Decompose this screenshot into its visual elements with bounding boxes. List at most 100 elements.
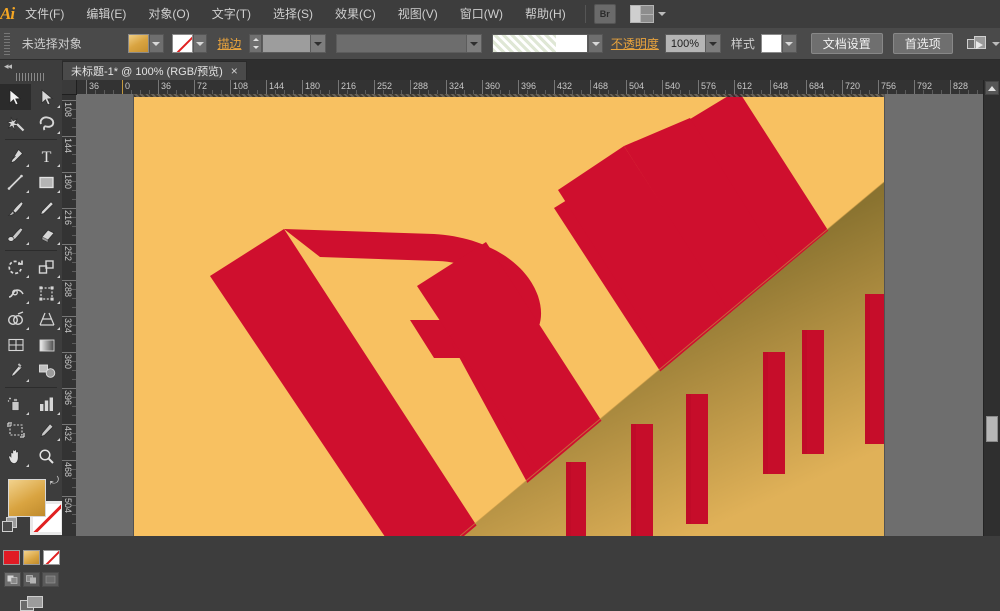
menu-edit[interactable]: 编辑(E) — [75, 0, 137, 28]
align-dropdown-icon[interactable] — [992, 42, 1000, 46]
collapse-icon[interactable]: ◂◂ — [4, 61, 11, 72]
ruler-label: 0 — [123, 81, 130, 91]
menu-type[interactable]: 文字(T) — [201, 0, 262, 28]
ruler-tick — [62, 388, 76, 389]
draw-mode-group — [0, 572, 62, 587]
document-tab-title: 未标题-1* @ 100% (RGB/预览) — [71, 63, 223, 79]
opacity-value: 100% — [666, 38, 699, 50]
workspace-switcher[interactable] — [630, 5, 666, 23]
color-mode-gradient-icon[interactable] — [23, 550, 40, 565]
brush-dropdown[interactable] — [588, 34, 603, 53]
bridge-icon[interactable]: Br — [594, 4, 616, 24]
ruler-tick — [62, 244, 76, 245]
stroke-weight-field[interactable] — [262, 34, 326, 53]
canvas-area[interactable] — [76, 94, 984, 536]
style-label: 样式 — [731, 35, 755, 52]
hand-tool[interactable] — [0, 443, 31, 469]
document-setup-button[interactable]: 文档设置 — [811, 33, 883, 54]
gradient-tool[interactable] — [31, 332, 62, 358]
style-dropdown[interactable] — [782, 34, 797, 53]
graphic-style-swatch[interactable] — [761, 34, 782, 53]
eyedropper-tool[interactable] — [0, 358, 31, 384]
horizontal-ruler[interactable]: 3603672108144180216252288324360396432468… — [62, 80, 1000, 95]
pencil-tool[interactable] — [31, 195, 62, 221]
screen-mode-icon[interactable] — [20, 596, 42, 611]
workspace-layout-icon — [630, 5, 654, 23]
vertical-scrollbar[interactable] — [983, 80, 1000, 536]
mesh-tool[interactable] — [0, 332, 31, 358]
artwork-run-3d — [134, 94, 884, 536]
menu-view[interactable]: 视图(V) — [387, 0, 449, 28]
scroll-up-icon[interactable] — [985, 81, 999, 95]
menu-file[interactable]: 文件(F) — [14, 0, 75, 28]
scale-tool[interactable] — [31, 254, 62, 280]
stroke-dropdown[interactable] — [193, 34, 208, 53]
ruler-tick — [62, 208, 76, 209]
fill-swatch[interactable] — [128, 34, 149, 53]
ruler-corner[interactable] — [62, 80, 77, 95]
symbol-sprayer-tool[interactable] — [0, 391, 31, 417]
pen-tool[interactable] — [0, 143, 31, 169]
control-bar: 未选择对象 描边 不透明度 100% 样式 文档设置 首选项 — [0, 28, 1000, 60]
zoom-tool[interactable] — [31, 443, 62, 469]
eraser-tool[interactable] — [31, 221, 62, 247]
selection-tool[interactable] — [0, 84, 31, 110]
preferences-button[interactable]: 首选项 — [893, 33, 953, 54]
fill-color-box[interactable] — [8, 479, 46, 517]
opacity-field[interactable]: 100% — [665, 34, 721, 53]
menu-help[interactable]: 帮助(H) — [514, 0, 577, 28]
ruler-tick — [62, 460, 76, 461]
control-bar-grip[interactable] — [4, 33, 10, 55]
ruler-label: 72 — [195, 81, 207, 91]
fill-dropdown[interactable] — [149, 34, 164, 53]
rectangle-tool[interactable] — [31, 169, 62, 195]
ruler-tick — [62, 280, 76, 281]
ruler-tick — [62, 316, 76, 317]
ruler-label: 36 — [87, 81, 99, 91]
swap-fill-stroke-icon[interactable]: ⤾ — [50, 475, 59, 488]
line-segment-tool[interactable] — [0, 169, 31, 195]
draw-normal-icon[interactable] — [4, 572, 21, 587]
vertical-ruler[interactable]: 108144180216252288324360396432468504 — [62, 94, 77, 536]
menu-window[interactable]: 窗口(W) — [449, 0, 514, 28]
blob-brush-tool[interactable] — [0, 221, 31, 247]
color-mode-flat-icon[interactable] — [3, 550, 20, 565]
screen-mode-group — [0, 596, 62, 611]
menu-select[interactable]: 选择(S) — [262, 0, 324, 28]
tool-group-symbols — [0, 391, 62, 469]
tools-panel-grip[interactable] — [16, 73, 46, 81]
slice-tool[interactable] — [31, 417, 62, 443]
stroke-weight-stepper[interactable] — [249, 34, 262, 53]
free-transform-tool[interactable] — [31, 280, 62, 306]
selection-status: 未选择对象 — [16, 35, 128, 52]
brush-definition-field[interactable] — [492, 34, 588, 53]
tools-panel-header[interactable]: ◂◂ — [0, 60, 62, 72]
paintbrush-tool[interactable] — [0, 195, 31, 221]
draw-inside-icon[interactable] — [42, 572, 59, 587]
artboard-tool[interactable] — [0, 417, 31, 443]
menu-effect[interactable]: 效果(C) — [324, 0, 387, 28]
ruler-tick — [62, 496, 76, 497]
shape-builder-tool[interactable] — [0, 306, 31, 332]
scrollbar-thumb[interactable] — [986, 416, 998, 442]
direct-selection-tool[interactable] — [31, 84, 62, 110]
blend-tool[interactable] — [31, 358, 62, 384]
rotate-tool[interactable] — [0, 254, 31, 280]
magic-wand-tool[interactable] — [0, 110, 31, 136]
document-tab[interactable]: 未标题-1* @ 100% (RGB/预览) × — [62, 61, 247, 80]
column-graph-tool[interactable] — [31, 391, 62, 417]
type-tool[interactable]: T — [31, 143, 62, 169]
align-to-icon[interactable] — [967, 36, 986, 52]
close-icon[interactable]: × — [231, 65, 238, 77]
perspective-grid-tool[interactable] — [31, 306, 62, 332]
menu-object[interactable]: 对象(O) — [137, 0, 200, 28]
ruler-label: 36 — [159, 81, 171, 91]
lasso-tool[interactable] — [31, 110, 62, 136]
stroke-swatch[interactable] — [172, 34, 193, 53]
color-mode-none-icon[interactable] — [43, 550, 60, 565]
width-tool[interactable] — [0, 280, 31, 306]
draw-behind-icon[interactable] — [23, 572, 40, 587]
document-tab-bar: 未标题-1* @ 100% (RGB/预览) × — [62, 60, 1000, 81]
variable-width-profile-field[interactable] — [336, 34, 483, 53]
artboard[interactable] — [134, 94, 884, 536]
